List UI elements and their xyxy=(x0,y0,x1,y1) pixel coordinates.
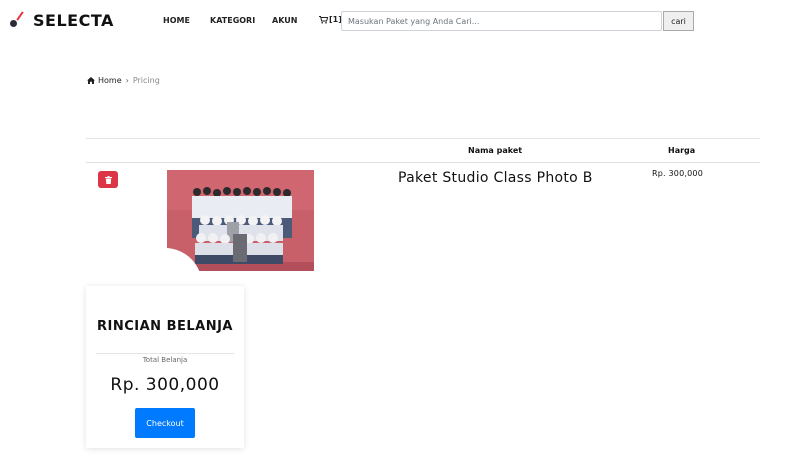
product-price: Rp. 300,000 xyxy=(652,169,704,178)
search-input[interactable] xyxy=(341,11,662,31)
summary-title: RINCIAN BELANJA xyxy=(97,319,233,334)
summary-card: RINCIAN BELANJA Total Belanja Rp. 300,00… xyxy=(86,286,244,448)
search-button[interactable]: cari xyxy=(663,11,694,31)
brand-logo[interactable]: SELECTA xyxy=(8,10,114,30)
checkout-button[interactable]: Checkout xyxy=(135,408,195,438)
summary-total: Rp. 300,000 xyxy=(110,375,220,395)
nav-kategori[interactable]: KATEGORI xyxy=(210,16,255,25)
breadcrumb-current: Pricing xyxy=(132,76,160,85)
cart-link[interactable]: [1] xyxy=(319,15,342,24)
summary-subtitle: Total Belanja xyxy=(142,356,188,364)
table-top-border xyxy=(86,138,760,139)
product-photo xyxy=(167,170,314,271)
nav-home[interactable]: HOME xyxy=(163,16,190,25)
brand-name: SELECTA xyxy=(33,10,114,30)
cart-icon xyxy=(319,15,328,24)
breadcrumb-home[interactable]: Home xyxy=(98,76,122,85)
breadcrumb-separator: › xyxy=(125,76,129,85)
nav-akun[interactable]: AKUN xyxy=(272,16,297,25)
table-header-divider xyxy=(86,162,760,163)
logo-mark-icon xyxy=(8,10,28,30)
product-name: Paket Studio Class Photo B xyxy=(398,170,593,186)
header-nama-paket: Nama paket xyxy=(468,146,523,155)
page: SELECTA HOME KATEGORI AKUN [1] cari Home… xyxy=(0,0,800,463)
delete-item-button[interactable] xyxy=(98,171,118,188)
cart-count: [1] xyxy=(329,15,342,24)
summary-divider xyxy=(96,353,234,354)
home-icon xyxy=(87,77,95,84)
header-harga: Harga xyxy=(668,146,696,155)
trash-icon xyxy=(104,175,112,184)
breadcrumb: Home › Pricing xyxy=(87,76,160,85)
